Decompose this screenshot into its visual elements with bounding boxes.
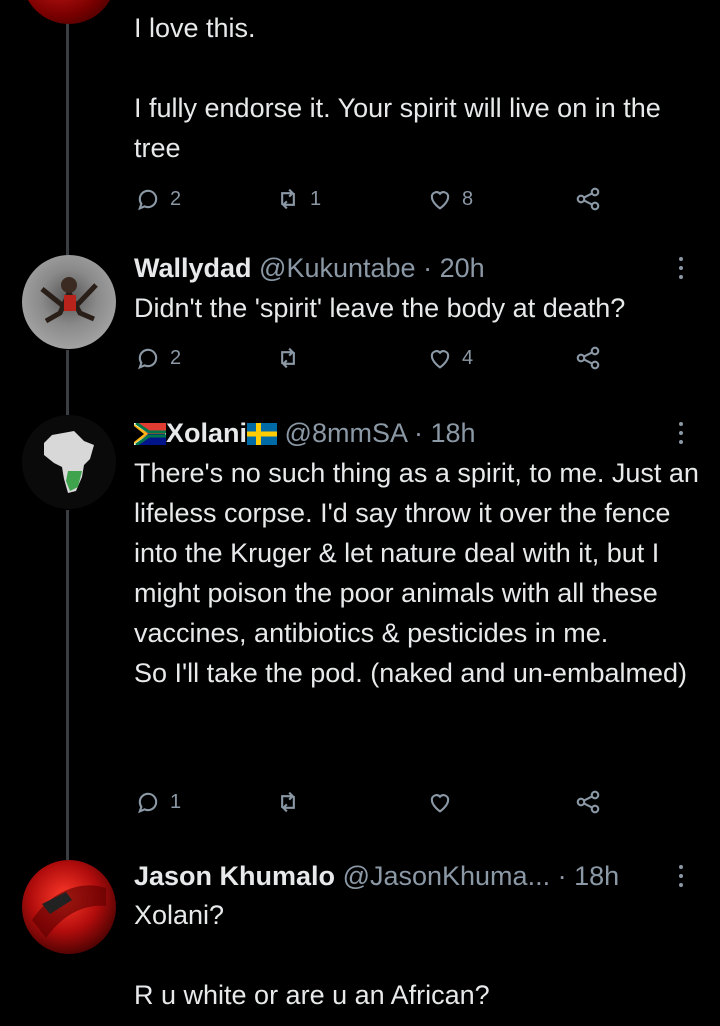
like-count: 4	[462, 346, 474, 369]
retweet-icon	[281, 347, 295, 369]
tweet-actions: 1	[134, 788, 614, 820]
tweet-text: Didn't the 'spirit' leave the body at de…	[134, 293, 626, 323]
tweet-text: I love this. I fully endorse it. Your sp…	[134, 13, 661, 163]
tweet-text: There's no such thing as a spirit, to me…	[134, 458, 699, 688]
like-icon	[430, 794, 450, 813]
south-africa-flag-icon	[134, 423, 166, 445]
avatar-figure-icon	[40, 277, 98, 324]
like-icon	[430, 350, 450, 369]
handle[interactable]: @8mmSA	[285, 418, 407, 448]
share-icon	[576, 346, 600, 370]
like-count: 8	[462, 187, 474, 210]
like-button[interactable]	[426, 788, 462, 816]
share-button[interactable]	[574, 185, 602, 213]
timestamp[interactable]: · 20h	[423, 253, 485, 283]
display-name[interactable]: Xolani	[166, 418, 247, 448]
reply-button[interactable]: 2	[134, 344, 181, 372]
avatar[interactable]	[22, 0, 116, 24]
handle[interactable]: @JasonKhuma...	[343, 861, 551, 891]
more-icon[interactable]	[676, 257, 686, 284]
tweet-text: Xolani? R u white or are u an African?	[134, 900, 490, 1010]
share-icon	[576, 187, 600, 211]
thread-line	[66, 0, 69, 255]
share-button[interactable]	[574, 344, 602, 372]
tweet-actions: 2 4	[134, 344, 614, 376]
tweet-header: Xolani @8mmSA · 18h	[134, 416, 476, 450]
tweet-actions: 2 1 8	[134, 185, 614, 217]
tweet-header: Jason Khumalo @JasonKhuma... · 18h	[134, 859, 619, 893]
timestamp[interactable]: · 18h	[558, 861, 620, 891]
reply-button[interactable]: 2	[134, 185, 181, 213]
reply-button[interactable]: 1	[134, 788, 181, 816]
handle[interactable]: @Kukuntabe	[259, 253, 416, 283]
more-icon[interactable]	[676, 865, 686, 892]
avatar[interactable]	[22, 860, 116, 954]
reply-count: 2	[170, 346, 182, 369]
africa-map-icon	[44, 431, 94, 493]
retweet-icon	[281, 188, 295, 210]
share-icon	[576, 790, 600, 814]
like-button[interactable]: 8	[426, 185, 473, 213]
retweet-count: 1	[310, 187, 322, 210]
avatar[interactable]	[22, 415, 116, 509]
reply-icon	[138, 792, 158, 814]
reply-count: 2	[170, 187, 182, 210]
retweet-button[interactable]: 1	[274, 185, 321, 213]
like-button[interactable]: 4	[426, 344, 473, 372]
sweden-flag-icon	[247, 423, 278, 445]
reply-icon	[138, 189, 158, 211]
display-name[interactable]: Wallydad	[134, 253, 252, 283]
tweet-header: Wallydad @Kukuntabe · 20h	[134, 251, 485, 285]
like-icon	[430, 191, 450, 210]
display-name[interactable]: Jason Khumalo	[134, 861, 335, 891]
retweet-button[interactable]	[274, 788, 310, 816]
avatar[interactable]	[22, 255, 116, 349]
timestamp[interactable]: · 18h	[414, 418, 476, 448]
reply-icon	[138, 348, 158, 370]
share-button[interactable]	[574, 788, 602, 816]
thread-line	[66, 510, 69, 860]
reply-count: 1	[170, 790, 182, 813]
retweet-button[interactable]	[274, 344, 310, 372]
more-icon[interactable]	[676, 422, 686, 449]
thread-line	[66, 350, 69, 415]
retweet-icon	[281, 791, 295, 813]
car-icon	[32, 885, 106, 938]
